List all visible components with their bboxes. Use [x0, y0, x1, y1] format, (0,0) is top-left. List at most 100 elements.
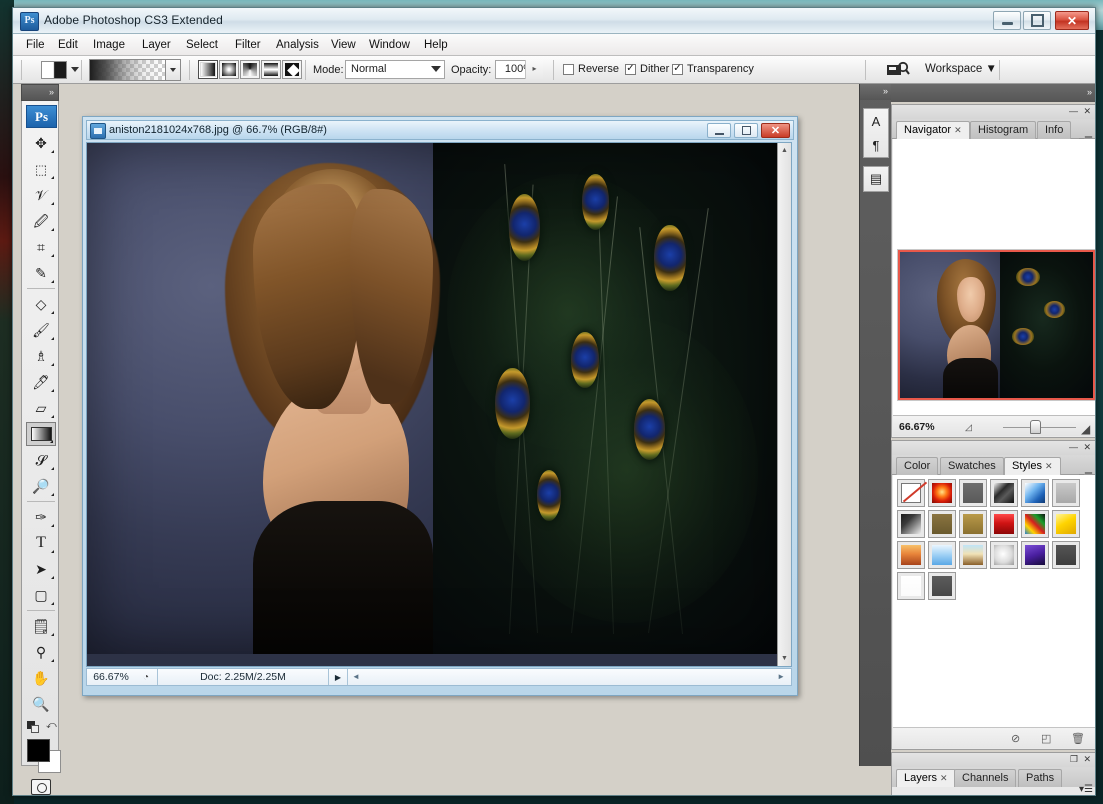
red-stripe-style[interactable]: [990, 510, 1018, 538]
reverse-checkbox[interactable]: [563, 63, 574, 75]
gray-button-style[interactable]: [959, 479, 987, 507]
menu-analysis[interactable]: Analysis: [269, 37, 326, 53]
menu-file[interactable]: File: [19, 37, 52, 53]
scroll-right-icon[interactable]: ►: [777, 672, 785, 681]
tab-paths[interactable]: Paths: [1018, 769, 1063, 787]
chevron-collapse-icon[interactable]: »: [49, 88, 54, 97]
purple-gradient-style[interactable]: [1021, 541, 1049, 569]
light-gray-style[interactable]: [1052, 479, 1080, 507]
tool-horizontal-type[interactable]: T: [26, 531, 56, 555]
yellow-gloss-style[interactable]: [1052, 510, 1080, 538]
dither-checkbox[interactable]: [625, 62, 636, 75]
document-maximize-button[interactable]: [734, 123, 758, 138]
menu-view[interactable]: View: [324, 37, 363, 53]
window-close-button[interactable]: ✕: [1055, 11, 1089, 30]
dark-texture-style[interactable]: [990, 479, 1018, 507]
transparency-checkbox-row[interactable]: Transparency: [672, 62, 754, 75]
panel-minimize-icon[interactable]: —: [1069, 107, 1078, 116]
menu-select[interactable]: Select: [179, 37, 225, 53]
panel-minimize-icon[interactable]: ❐: [1070, 755, 1078, 764]
close-icon[interactable]: ✕: [940, 773, 948, 783]
panel-minimize-icon[interactable]: —: [1069, 443, 1078, 452]
tool-patch[interactable]: ◇: [26, 292, 56, 316]
chevron-down-icon[interactable]: [71, 67, 79, 72]
zoom-in-icon[interactable]: ◢: [1081, 422, 1090, 436]
menu-help[interactable]: Help: [417, 37, 455, 53]
new-style-icon[interactable]: ◰: [1041, 732, 1051, 745]
bridge-launch-icon[interactable]: [885, 61, 911, 79]
foreground-background-color[interactable]: [27, 739, 61, 773]
styles-swatch-grid[interactable]: [893, 475, 1095, 727]
tool-brush[interactable]: 🖌: [26, 318, 56, 342]
chevron-expand-icon[interactable]: »: [883, 87, 888, 96]
gradient-picker-dropdown[interactable]: [165, 60, 180, 80]
tab-layers[interactable]: Layers ✕: [896, 769, 956, 787]
blend-mode-select[interactable]: Normal: [345, 60, 445, 79]
dither-checkbox-row[interactable]: Dither: [625, 62, 669, 75]
tool-quick-selection[interactable]: 🖉: [26, 209, 56, 233]
scroll-up-icon[interactable]: ▲: [778, 144, 791, 157]
tool-gradient[interactable]: [26, 422, 56, 446]
tool-pen[interactable]: ✑: [26, 505, 56, 529]
red-glow-style[interactable]: [928, 479, 956, 507]
swap-colors-icon[interactable]: ⤺: [46, 720, 57, 731]
delete-style-icon[interactable]: 🗑: [1071, 732, 1085, 745]
tool-crop[interactable]: ⌗: [26, 235, 56, 259]
beach-scene-style[interactable]: [959, 541, 987, 569]
tool-slice[interactable]: ✎: [26, 261, 56, 285]
document-vertical-scrollbar[interactable]: ▲ ▼: [777, 143, 791, 666]
default-colors-icon[interactable]: [27, 721, 41, 733]
window-minimize-button[interactable]: [993, 11, 1021, 30]
scroll-left-icon[interactable]: ◄: [352, 672, 360, 681]
panel-dock-header[interactable]: »: [891, 84, 1095, 102]
blue-paint-style[interactable]: [1021, 479, 1049, 507]
none-style[interactable]: [897, 479, 928, 507]
tool-hand[interactable]: ✋: [26, 666, 56, 690]
tab-histogram[interactable]: Histogram: [970, 121, 1037, 139]
document-horizontal-scrollbar[interactable]: ◄ ►: [347, 669, 791, 685]
close-icon[interactable]: ✕: [1045, 461, 1053, 471]
tool-zoom[interactable]: 🔍: [26, 692, 56, 716]
tool-history-brush[interactable]: 🖊: [26, 370, 56, 394]
paragraph-panel-icon[interactable]: ¶: [864, 133, 888, 157]
document-titlebar[interactable]: aniston2181024x768.jpg @ 66.7% (RGB/8#) …: [86, 120, 794, 140]
document-window[interactable]: aniston2181024x768.jpg @ 66.7% (RGB/8#) …: [82, 116, 798, 696]
tool-eraser[interactable]: ▱: [26, 396, 56, 420]
tool-blur[interactable]: 𝓢: [26, 448, 56, 472]
gradient-editor-preview[interactable]: [89, 59, 181, 81]
gold-metal-style[interactable]: [959, 510, 987, 538]
tool-lasso[interactable]: 𝒱: [26, 183, 56, 207]
diamond-gradient-button[interactable]: [282, 60, 302, 79]
panel-close-icon[interactable]: ✕: [1083, 443, 1091, 452]
navigator-zoom-slider-handle[interactable]: [1030, 420, 1041, 434]
confetti-style[interactable]: [1021, 510, 1049, 538]
foreground-color-swatch[interactable]: [27, 739, 50, 762]
menu-filter[interactable]: Filter: [228, 37, 268, 53]
navigator-body[interactable]: [893, 139, 1095, 415]
tools-dock-header[interactable]: »: [21, 84, 59, 101]
chevron-expand-icon[interactable]: »: [1087, 88, 1092, 97]
olive-metal-style[interactable]: [928, 510, 956, 538]
menu-edit[interactable]: Edit: [51, 37, 85, 53]
tab-channels[interactable]: Channels: [954, 769, 1017, 787]
charcoal-style[interactable]: [928, 572, 956, 600]
character-panel-icon[interactable]: A: [864, 109, 888, 133]
reflected-gradient-button[interactable]: [261, 60, 281, 79]
tab-swatches[interactable]: Swatches: [940, 457, 1004, 475]
menu-image[interactable]: Image: [86, 37, 132, 53]
menu-window[interactable]: Window: [362, 37, 417, 53]
tool-clone-stamp[interactable]: ♗: [26, 344, 56, 368]
tool-rectangular-marquee[interactable]: ⬚: [26, 157, 56, 181]
tab-info[interactable]: Info: [1037, 121, 1072, 139]
radial-gradient-button[interactable]: [219, 60, 239, 79]
transparency-checkbox[interactable]: [672, 62, 683, 75]
tool-path-selection[interactable]: ➤: [26, 557, 56, 581]
close-icon[interactable]: ✕: [954, 125, 962, 135]
tab-styles[interactable]: Styles ✕: [1004, 457, 1061, 475]
gradient-preset-swatch[interactable]: [41, 61, 67, 79]
menu-layer[interactable]: Layer: [135, 37, 178, 53]
tab-navigator[interactable]: Navigator ✕: [896, 121, 970, 139]
panel-close-icon[interactable]: ✕: [1083, 755, 1091, 764]
black-fade-style[interactable]: [897, 510, 925, 538]
tool-dodge[interactable]: 🔎: [26, 474, 56, 498]
